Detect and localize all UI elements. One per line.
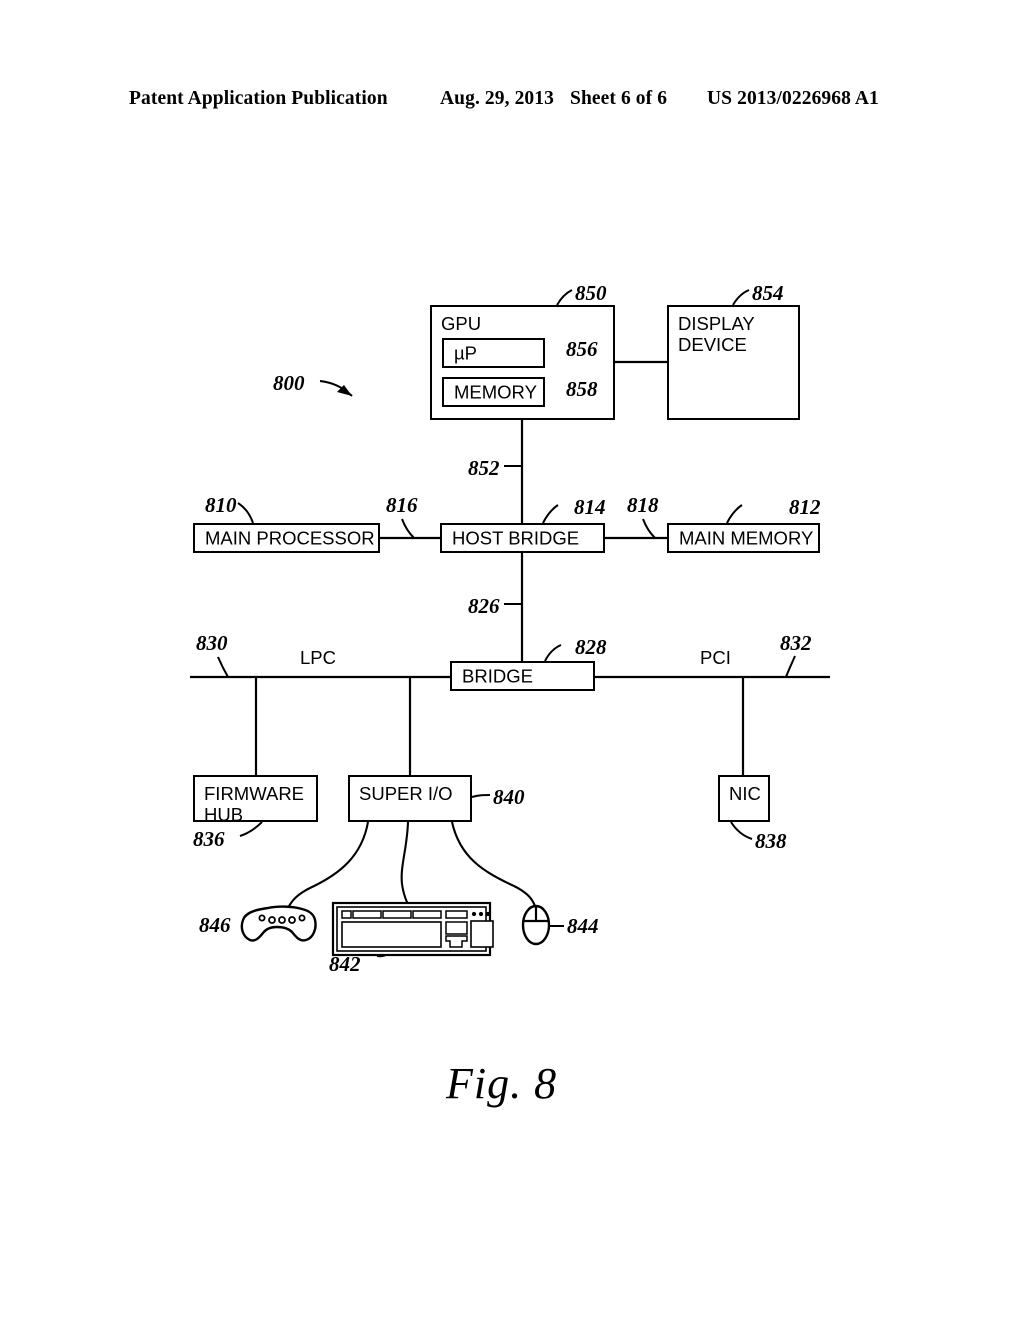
ref-810: 810 xyxy=(205,493,237,517)
leader-840 xyxy=(471,794,491,798)
mouse-icon xyxy=(521,904,551,946)
ref-832: 832 xyxy=(780,631,812,655)
ref-836: 836 xyxy=(193,827,225,851)
block-display-device[interactable]: DISPLAY DEVICE xyxy=(667,305,800,420)
leader-830 xyxy=(217,656,229,678)
block-main-memory[interactable]: MAIN MEMORY xyxy=(667,523,820,553)
block-bridge-label: BRIDGE xyxy=(462,665,533,687)
block-gpu-microprocessor-label: µP xyxy=(454,342,477,364)
cable-to-gamepad xyxy=(287,821,370,909)
block-main-processor-label: MAIN PROCESSOR xyxy=(205,527,375,549)
ref-840: 840 xyxy=(493,785,525,809)
block-super-io-label: SUPER I/O xyxy=(359,783,453,804)
ref-818: 818 xyxy=(627,493,659,517)
leader-838 xyxy=(730,821,753,840)
ref-842: 842 xyxy=(329,952,361,976)
ref-816: 816 xyxy=(386,493,418,517)
block-display-device-label: DISPLAY DEVICE xyxy=(678,313,755,355)
ref-856: 856 xyxy=(566,337,598,361)
leader-832 xyxy=(785,655,796,678)
leader-850 xyxy=(556,289,573,306)
ref-854: 854 xyxy=(752,281,784,305)
ref-852: 852 xyxy=(468,456,500,480)
bus-label-pci: PCI xyxy=(700,647,731,668)
ref-844: 844 xyxy=(567,914,599,938)
ref-814: 814 xyxy=(574,495,606,519)
block-firmware-hub-label: FIRMWARE HUB xyxy=(204,783,305,825)
cable-to-mouse xyxy=(450,821,538,911)
gamepad-icon xyxy=(240,905,317,942)
bus-label-lpc: LPC xyxy=(300,647,336,668)
ref-858: 858 xyxy=(566,377,598,401)
ref-800: 800 xyxy=(273,371,305,395)
leader-828 xyxy=(544,644,562,662)
ref-830: 830 xyxy=(196,631,228,655)
leader-816 xyxy=(401,518,415,539)
patent-drawing-page: Patent Application Publication Aug. 29, … xyxy=(0,0,1024,1320)
ref-826: 826 xyxy=(468,594,500,618)
block-firmware-hub[interactable]: FIRMWARE HUB xyxy=(193,775,318,825)
figure-drawing xyxy=(190,289,830,958)
cable-to-keyboard xyxy=(400,821,413,914)
ref-838: 838 xyxy=(755,829,787,853)
block-main-memory-label: MAIN MEMORY xyxy=(679,527,814,549)
leader-818 xyxy=(642,518,656,539)
ref-828: 828 xyxy=(575,635,607,659)
block-super-io[interactable]: SUPER I/O xyxy=(348,775,472,822)
figure-caption: Fig. 8 xyxy=(446,1059,558,1108)
leader-810 xyxy=(237,502,254,524)
keyboard-icon xyxy=(331,901,494,957)
ref-850: 850 xyxy=(575,281,607,305)
block-nic[interactable]: NIC xyxy=(718,775,770,822)
leader-814 xyxy=(542,504,559,524)
block-bridge[interactable]: BRIDGE xyxy=(450,661,595,691)
block-host-bridge-label: HOST BRIDGE xyxy=(452,527,580,549)
block-nic-label: NIC xyxy=(729,783,761,804)
block-gpu-label: GPU xyxy=(441,313,482,334)
block-main-processor[interactable]: MAIN PROCESSOR xyxy=(193,523,380,553)
leader-812 xyxy=(726,504,743,524)
block-host-bridge[interactable]: HOST BRIDGE xyxy=(440,523,605,553)
leader-854 xyxy=(732,289,750,306)
block-gpu-memory[interactable]: MEMORY xyxy=(442,377,545,407)
ref-812: 812 xyxy=(789,495,821,519)
block-gpu-memory-label: MEMORY xyxy=(454,381,537,403)
block-gpu-microprocessor[interactable]: µP xyxy=(442,338,545,368)
ref-846: 846 xyxy=(199,913,231,937)
